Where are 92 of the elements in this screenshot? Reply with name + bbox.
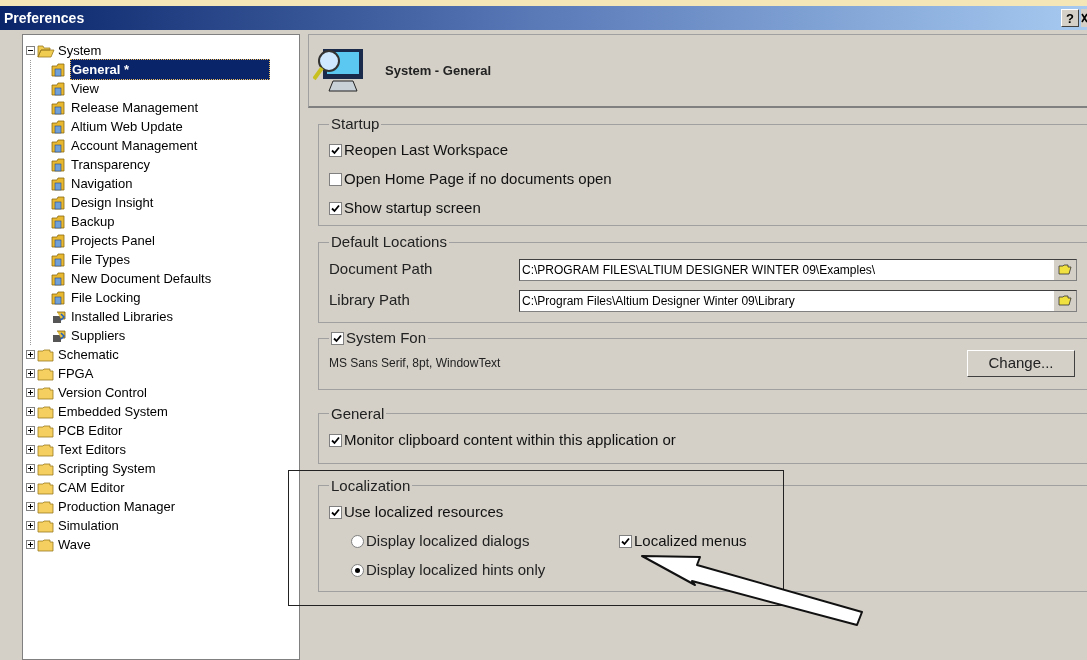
tree-item[interactable]: Production Manager [57, 496, 177, 517]
tree-item[interactable]: Installed Libraries [70, 306, 174, 327]
tree-item[interactable]: Projects Panel [70, 230, 156, 251]
checkbox[interactable] [329, 173, 342, 186]
group-title: Localization [331, 476, 411, 494]
expand-icon[interactable] [26, 502, 35, 511]
folder-icon [37, 347, 55, 362]
field-label: Document Path [329, 259, 434, 280]
expand-icon[interactable] [26, 464, 35, 473]
monitor-magnifier-icon [313, 46, 365, 95]
checkbox[interactable] [329, 202, 342, 215]
group-title: Startup [331, 115, 380, 132]
path-value: C:\PROGRAM FILES\ALTIUM DESIGNER WINTER 09\Examples\ [522, 261, 877, 279]
tree-item[interactable]: Release Management [70, 97, 200, 118]
tree-item[interactable]: Altium Web Update [70, 116, 184, 137]
tree-item[interactable]: Suppliers [70, 325, 127, 346]
folder-icon [37, 537, 55, 552]
tree-item[interactable]: FPGA [57, 363, 95, 384]
checkbox[interactable] [331, 331, 344, 345]
folder-icon [37, 499, 55, 514]
expand-icon[interactable] [26, 350, 35, 359]
checkbox-label: Monitor clipboard content within this application or [344, 429, 676, 450]
expand-icon[interactable] [26, 388, 35, 397]
tree-item[interactable]: Embedded System [57, 401, 169, 422]
folder-icon [1058, 264, 1072, 275]
library-icon [51, 328, 69, 343]
folder-icon [37, 442, 55, 457]
tree-item[interactable]: Backup [70, 211, 116, 232]
browse-button[interactable] [1054, 290, 1076, 311]
tree-item[interactable]: CAM Editor [57, 477, 126, 498]
folder-icon [37, 366, 55, 381]
path-field[interactable]: C:\Program Files\Altium Designer Winter 09\Library [519, 289, 1077, 312]
radio-button[interactable] [351, 534, 364, 548]
checkbox-label: Show startup screen [344, 198, 481, 219]
checkbox-label: Localized menus [634, 530, 747, 551]
expand-icon[interactable] [26, 445, 35, 454]
close-icon[interactable] [1081, 9, 1087, 27]
folder-icon [37, 385, 55, 400]
radio-button[interactable] [351, 563, 364, 577]
folder-icon [37, 461, 55, 476]
expand-icon[interactable] [26, 426, 35, 435]
expand-icon[interactable] [26, 369, 35, 378]
expand-icon[interactable] [26, 407, 35, 416]
tree-item[interactable]: Navigation [70, 173, 134, 194]
tree-item[interactable]: PCB Editor [57, 420, 124, 441]
tree-item[interactable]: File Types [70, 249, 131, 270]
checkbox-label: Reopen Last Workspace [344, 140, 508, 161]
tree-item[interactable]: System [57, 40, 103, 61]
tree-item[interactable]: General * [70, 58, 270, 81]
checkbox-label: Use localized resources [344, 501, 504, 522]
expand-icon[interactable] [26, 483, 35, 492]
tree-item[interactable]: Text Editors [57, 439, 127, 460]
group-title: General [331, 404, 385, 422]
checkbox[interactable] [619, 534, 632, 548]
folder-icon [37, 480, 55, 495]
collapse-icon[interactable] [26, 46, 35, 55]
checkbox[interactable] [329, 433, 342, 447]
page-title: System - General [385, 61, 492, 80]
help-button[interactable]: ? [1061, 9, 1079, 27]
checkbox[interactable] [329, 144, 342, 157]
tree-item[interactable]: Wave [57, 534, 92, 555]
tree-item[interactable]: Schematic [57, 344, 120, 365]
expand-icon[interactable] [26, 521, 35, 530]
group-title: System Fon [346, 328, 427, 348]
folder-icon [1058, 295, 1072, 306]
tree-item[interactable]: Transparency [70, 154, 151, 175]
folder-icon [37, 518, 55, 533]
library-icon [51, 309, 69, 324]
radio-label: Display localized dialogs [366, 530, 530, 551]
path-field[interactable]: C:\PROGRAM FILES\ALTIUM DESIGNER WINTER 09\Examples\ [519, 258, 1077, 281]
tree-item[interactable]: Design Insight [70, 192, 155, 213]
checkbox-label: Open Home Page if no documents open [344, 169, 612, 190]
tree-item[interactable]: Scripting System [57, 458, 157, 479]
browse-button[interactable] [1054, 259, 1076, 280]
field-label: Library Path [329, 290, 411, 311]
change-button[interactable]: Change... [967, 349, 1075, 377]
expand-icon[interactable] [26, 540, 35, 549]
window-title: Preferences [4, 8, 85, 28]
folder-icon [37, 43, 55, 58]
folder-icon [37, 423, 55, 438]
tree-item[interactable]: File Locking [70, 287, 142, 308]
folder-icon [37, 404, 55, 419]
tree-item[interactable]: New Document Defaults [70, 268, 213, 289]
group-title: Default Locations [331, 233, 447, 250]
tree-item[interactable]: Version Control [57, 382, 148, 403]
tree-item[interactable]: View [70, 78, 100, 99]
tree-item[interactable]: Account Management [70, 135, 199, 156]
radio-label: Display localized hints only [366, 559, 546, 580]
path-value: C:\Program Files\Altium Designer Winter 09\Library [522, 292, 796, 310]
checkbox[interactable] [329, 505, 342, 519]
tree-item[interactable]: Simulation [57, 515, 120, 536]
font-description: MS Sans Serif, 8pt, WindowText [329, 355, 501, 372]
